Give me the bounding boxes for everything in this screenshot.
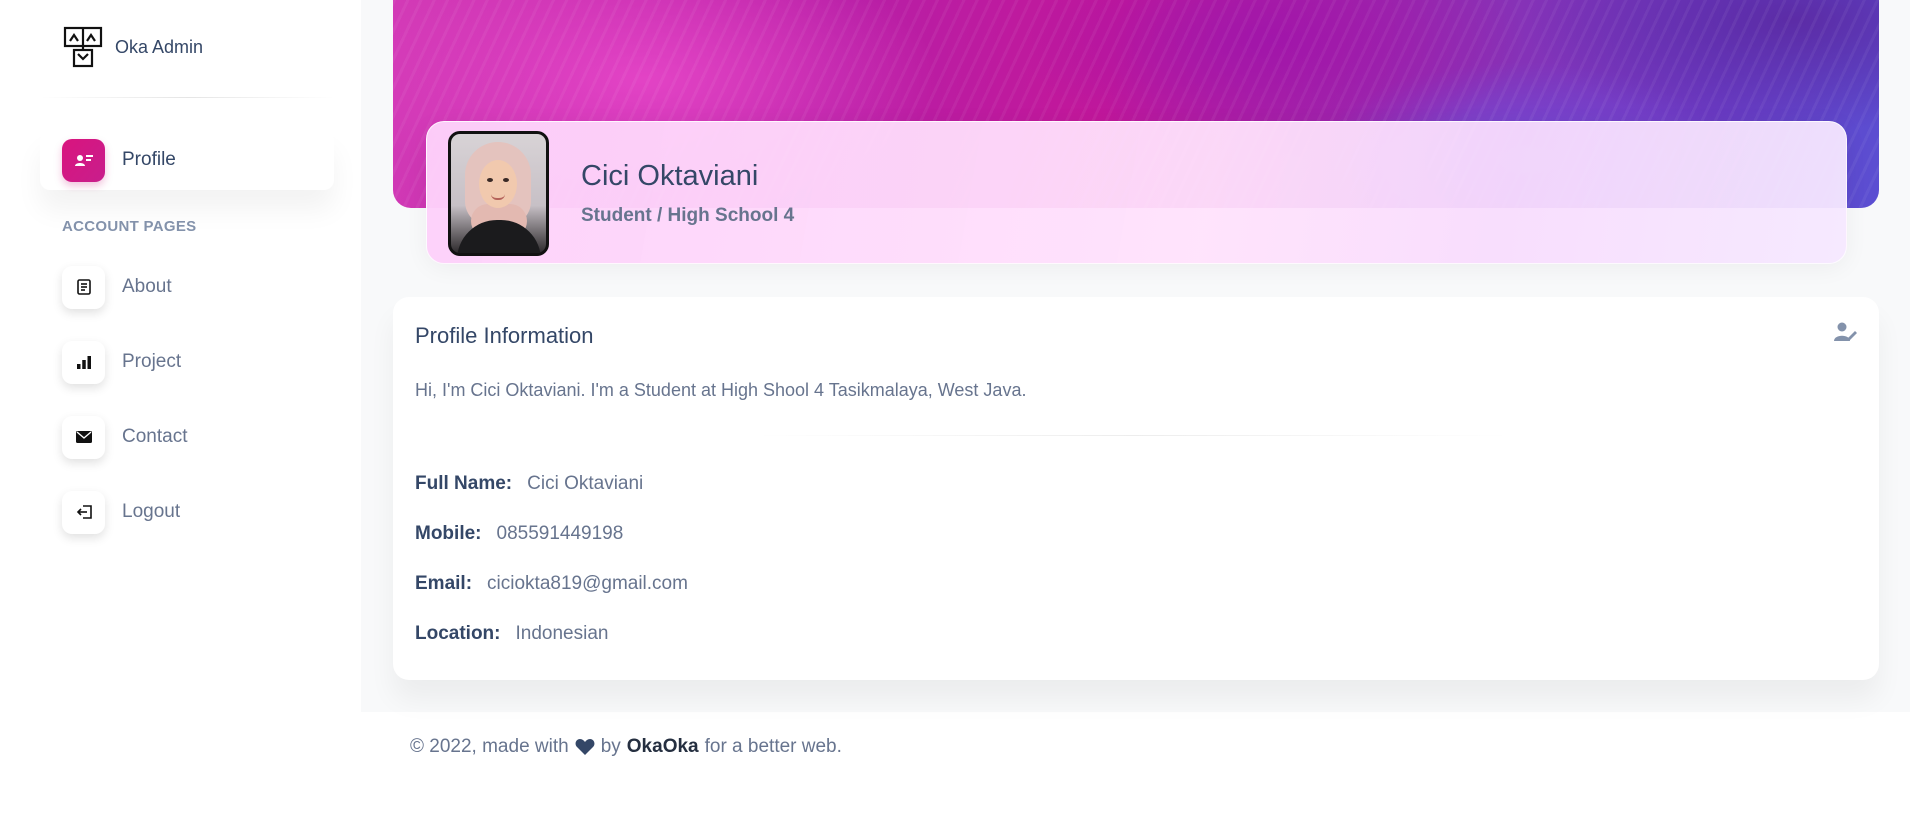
sidebar-item-contact[interactable]: Contact	[40, 407, 334, 467]
envelope-icon	[62, 415, 105, 459]
divider	[753, 435, 1513, 436]
author-link[interactable]: OkaOka	[627, 736, 699, 758]
sidebar-item-label: Profile	[122, 149, 176, 170]
sidebar-item-label: About	[122, 276, 172, 297]
field-value: ciciokta819@gmail.com	[487, 573, 688, 594]
field-label: Mobile:	[415, 523, 482, 544]
field-value: 085591449198	[496, 523, 624, 544]
bar-chart-icon	[62, 340, 105, 384]
info-row-full-name: Full Name: Cici Oktaviani	[415, 473, 643, 495]
field-label: Location:	[415, 623, 501, 644]
field-value: Indonesian	[515, 623, 609, 644]
logout-icon	[62, 490, 105, 534]
sidebar-item-label: Project	[122, 351, 182, 372]
sidebar: Oka Admin Profile ACCOUNT PAGES About Pr…	[0, 0, 361, 827]
profile-name: Cici Oktaviani	[581, 160, 759, 192]
sidebar-item-profile[interactable]: Profile	[40, 130, 334, 190]
sidebar-item-project[interactable]: Project	[40, 332, 334, 392]
profile-role: Student / High School 4	[581, 205, 795, 226]
profile-icon	[62, 138, 105, 182]
field-label: Full Name:	[415, 473, 513, 494]
divider	[40, 97, 335, 98]
profile-description: Hi, I'm Cici Oktaviani. I'm a Student at…	[415, 380, 1027, 400]
sitemap-icon	[63, 26, 103, 68]
info-row-location: Location: Indonesian	[415, 623, 608, 645]
footer-suffix: for a better web.	[704, 736, 842, 757]
field-label: Email:	[415, 573, 473, 594]
section-heading: ACCOUNT PAGES	[62, 218, 197, 235]
footer: © 2022, made with by OkaOka for a better…	[410, 736, 842, 758]
main-content: Cici Oktaviani Student / High School 4 P…	[361, 0, 1910, 712]
brand-name: Oka Admin	[115, 36, 204, 57]
sidebar-item-logout[interactable]: Logout	[40, 482, 334, 542]
footer-by: by	[600, 736, 621, 757]
document-icon	[62, 265, 105, 309]
sidebar-item-label: Contact	[122, 426, 188, 447]
info-row-mobile: Mobile: 085591449198	[415, 523, 623, 545]
card-title: Profile Information	[415, 323, 594, 348]
user-edit-icon[interactable]	[1833, 319, 1859, 345]
sidebar-item-label: Logout	[122, 501, 181, 522]
brand-link[interactable]: Oka Admin	[63, 26, 203, 68]
profile-information-card: Profile Information Hi, I'm Cici Oktavia…	[393, 297, 1879, 680]
footer-prefix: © 2022, made with	[410, 736, 569, 757]
info-row-email: Email: ciciokta819@gmail.com	[415, 573, 688, 595]
sidebar-item-about[interactable]: About	[40, 257, 334, 317]
heart-icon	[575, 739, 595, 755]
field-value: Cici Oktaviani	[527, 473, 644, 494]
avatar	[448, 131, 549, 256]
profile-header-card: Cici Oktaviani Student / High School 4	[426, 121, 1847, 264]
